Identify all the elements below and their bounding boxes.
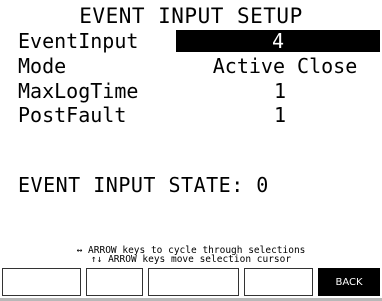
event-input-state: EVENT INPUT STATE: 0 [18,173,269,197]
max-log-time-value[interactable]: 1 [190,80,370,102]
post-fault-value[interactable]: 1 [190,104,370,126]
post-fault-label: PostFault [18,103,127,127]
softkey-3[interactable] [148,268,239,296]
softkey-bar: BACK [0,266,382,301]
softkey-4[interactable] [244,268,313,296]
softkey-1[interactable] [2,268,81,296]
event-input-value[interactable]: 4 [176,30,380,52]
max-log-time-label: MaxLogTime [18,79,139,103]
event-input-setup-screen: EVENT INPUT SETUP EventInput 4 Mode Acti… [0,0,382,301]
back-button[interactable]: BACK [318,268,380,296]
softkey-2[interactable] [86,268,143,296]
mode-value[interactable]: Active Close [190,55,380,77]
page-title: EVENT INPUT SETUP [79,4,303,28]
mode-label: Mode [18,54,67,78]
event-input-label: EventInput [18,29,139,53]
help-text-cursor: ↑↓ ARROW keys move selection cursor [90,254,292,265]
